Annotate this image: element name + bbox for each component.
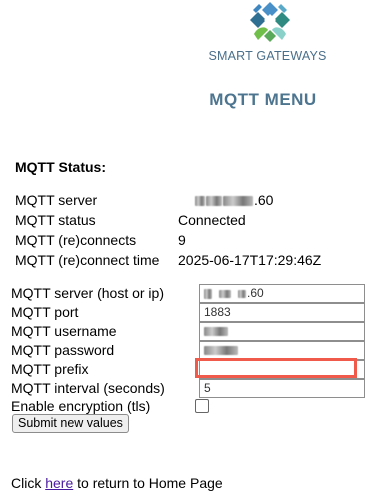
status-server-suffix: .60	[254, 192, 274, 208]
mqtt-interval-input[interactable]: 5	[199, 379, 365, 398]
field-label: MQTT server (host or ip)	[11, 285, 164, 301]
footer-prefix: Click	[11, 475, 46, 491]
footer-suffix: to return to Home Page	[73, 475, 223, 491]
home-link[interactable]: here	[45, 475, 73, 491]
status-value: Connected	[178, 212, 246, 228]
field-label: MQTT prefix	[11, 361, 89, 377]
field-label: MQTT port	[11, 304, 79, 320]
status-label: MQTT (re)connects	[15, 232, 137, 248]
submit-button[interactable]: Submit new values	[12, 414, 129, 433]
status-value: .60	[195, 192, 273, 208]
tls-checkbox[interactable]	[195, 399, 209, 413]
redacted-blur	[219, 289, 231, 298]
page-title: MQTT MENU	[209, 90, 317, 109]
status-value: 2025-06-17T17:29:46Z	[178, 252, 322, 268]
mqtt-password-input[interactable]	[199, 341, 365, 360]
footer: Click here to return to Home Page	[11, 475, 223, 491]
status-value: 9	[178, 232, 186, 248]
four-diamond-logo-icon	[250, 2, 290, 42]
brand-name: SMART GATEWAYS	[208, 49, 327, 63]
mqtt-server-value: .60	[247, 286, 264, 300]
mqtt-prefix-input[interactable]	[199, 360, 365, 379]
redacted-blur	[223, 196, 253, 207]
redacted-blur	[204, 327, 228, 337]
redacted-blur	[204, 288, 212, 299]
status-label: MQTT server	[15, 192, 98, 208]
redacted-blur	[238, 289, 246, 298]
redacted-blur	[195, 196, 205, 207]
mqtt-port-input[interactable]: 1883	[199, 303, 365, 322]
field-label: MQTT interval (seconds)	[11, 380, 165, 396]
status-heading: MQTT Status:	[15, 159, 106, 175]
status-label: MQTT (re)connect time	[15, 252, 160, 268]
redacted-blur	[206, 196, 222, 207]
field-label: Enable encryption (tls)	[11, 398, 151, 414]
field-label: MQTT password	[11, 342, 115, 358]
mqtt-username-input[interactable]	[199, 322, 365, 341]
field-label: MQTT username	[11, 323, 117, 339]
redacted-blur	[204, 346, 238, 356]
status-label: MQTT status	[15, 212, 96, 228]
mqtt-server-input[interactable]: .60	[199, 284, 365, 303]
